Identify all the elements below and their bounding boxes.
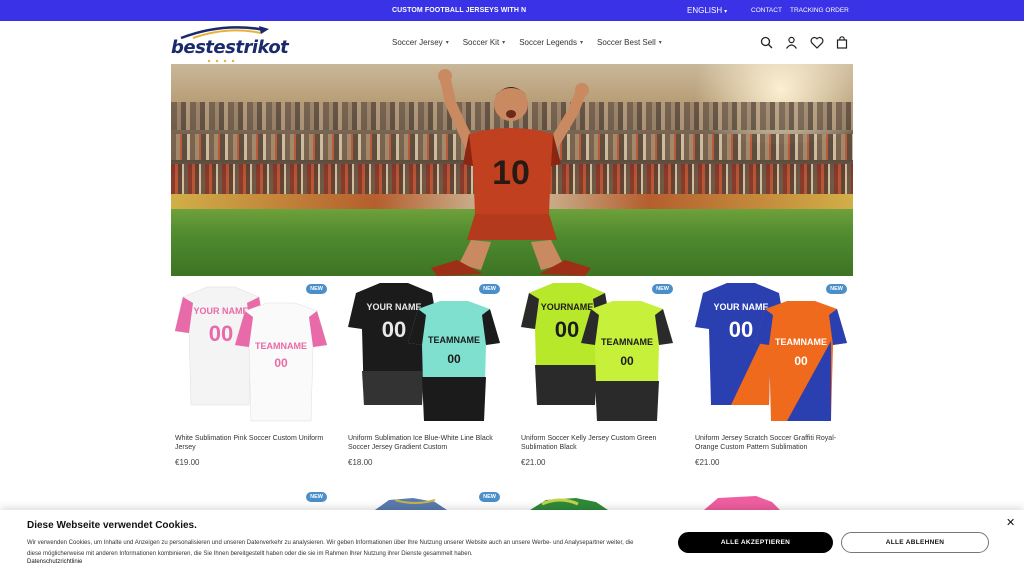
product-price: €21.00: [521, 458, 546, 467]
jersey-print-team: TEAMNAME: [601, 337, 653, 347]
nav-soccer-kit[interactable]: Soccer Kit ▾: [463, 38, 505, 47]
nav-label: Soccer Kit: [462, 38, 500, 47]
announcement-text: CUSTOM FOOTBALL JERSEYS WITH N: [392, 7, 527, 14]
tracking-order-link[interactable]: TRACKING ORDER: [790, 7, 849, 14]
jersey-print-name: YOURNAME: [541, 302, 594, 312]
new-badge: NEW: [479, 492, 500, 502]
product-image[interactable]: YOURNAME 00 TEAMNAME 00: [517, 281, 677, 429]
language-selector[interactable]: ENGLISH ▾: [687, 6, 727, 15]
jersey-print-number: 00: [620, 354, 634, 368]
chevron-down-icon: ▾: [445, 40, 449, 46]
jersey-print-number: 00: [555, 317, 579, 342]
product-image[interactable]: [530, 494, 660, 510]
jersey-print-number: 00: [794, 354, 808, 368]
jersey-print-number: 00: [447, 352, 461, 366]
nav-label: Soccer Legends: [519, 38, 578, 47]
cookie-text: Wir verwenden Cookies, um Inhalte und An…: [27, 540, 634, 557]
nav-soccer-best-sell[interactable]: Soccer Best Sell ▾: [597, 38, 662, 47]
product-name[interactable]: White Sublimation Pink Soccer Custom Uni…: [175, 435, 329, 452]
jersey-print-name: YOUR NAME: [366, 302, 421, 312]
chevron-down-icon: ▾: [658, 40, 662, 46]
site-header: bestestrikot Soccer Jersey ▾ Soccer Kit ▾ …: [0, 21, 1024, 64]
jersey-print-number: 00: [274, 356, 288, 370]
product-image[interactable]: [700, 494, 790, 510]
product-card[interactable]: NEW: [344, 490, 504, 510]
product-image[interactable]: YOUR NAME 00 TEAMNAME 00: [691, 281, 851, 429]
close-icon[interactable]: ✕: [1006, 516, 1015, 529]
chevron-down-icon: ▾: [502, 40, 506, 46]
chevron-down-icon: ▾: [580, 40, 584, 46]
logo-text: bestestrikot: [171, 37, 289, 58]
announcement-bar: CUSTOM FOOTBALL JERSEYS WITH N ENGLISH ▾ …: [0, 0, 1024, 21]
new-badge: NEW: [826, 284, 847, 294]
jersey-print-number: 00: [729, 317, 753, 342]
product-price: €19.00: [175, 458, 200, 467]
header-icons: [760, 36, 848, 49]
privacy-policy-link[interactable]: Datenschutzrichtlinie: [27, 559, 82, 565]
jersey-print-name: YOUR NAME: [193, 306, 248, 316]
product-price: €18.00: [348, 458, 373, 467]
nav-label: Soccer Best Sell: [597, 38, 656, 47]
product-price: €21.00: [695, 458, 720, 467]
cookie-title: Diese Webseite verwendet Cookies.: [27, 520, 197, 531]
jersey-print-number: 00: [382, 317, 406, 342]
product-name[interactable]: Uniform Jersey Scratch Soccer Graffiti R…: [695, 435, 849, 452]
main-nav: Soccer Jersey ▾ Soccer Kit ▾ Soccer Legend…: [392, 38, 662, 47]
product-image[interactable]: YOUR NAME 00 TEAMNAME 00: [171, 281, 331, 429]
product-name[interactable]: Uniform Sublimation Ice Blue-White Line …: [348, 435, 502, 452]
nav-label: Soccer Jersey: [392, 38, 443, 47]
logo-stars-icon: [207, 59, 235, 63]
site-logo[interactable]: bestestrikot: [171, 24, 289, 64]
jersey-print-number: 00: [209, 321, 233, 346]
jersey-print-name: YOUR NAME: [713, 302, 768, 312]
jersey-preview-image: [704, 496, 780, 510]
nav-soccer-legends[interactable]: Soccer Legends ▾: [519, 38, 583, 47]
celebrating-player-image: 10: [431, 69, 591, 276]
product-name[interactable]: Uniform Soccer Kelly Jersey Custom Green…: [521, 435, 675, 452]
language-label: ENGLISH: [687, 6, 723, 15]
jersey-print-team: TEAMNAME: [255, 341, 307, 351]
jersey-print-team: TEAMNAME: [428, 335, 480, 345]
jersey-print-team: TEAMNAME: [775, 337, 827, 347]
product-card[interactable]: NEW: [171, 490, 331, 510]
hero-banner[interactable]: 10: [171, 64, 853, 276]
product-image[interactable]: YOUR NAME 00 TEAMNAME 00: [344, 281, 504, 429]
accept-all-button[interactable]: ALLE AKZEPTIEREN: [678, 532, 833, 553]
new-badge: NEW: [652, 284, 673, 294]
chevron-down-icon: ▾: [724, 9, 728, 15]
contact-link[interactable]: CONTACT: [751, 7, 782, 14]
reject-all-button[interactable]: ALLE ABLEHNEN: [841, 532, 989, 553]
nav-soccer-jersey[interactable]: Soccer Jersey ▾: [392, 38, 449, 47]
new-badge: NEW: [306, 492, 327, 502]
jersey-preview-image: [530, 498, 608, 510]
jersey-number: 10: [492, 154, 530, 192]
new-badge: NEW: [306, 284, 327, 294]
wishlist-icon[interactable]: [810, 36, 824, 49]
new-badge: NEW: [479, 284, 500, 294]
search-icon[interactable]: [760, 36, 773, 49]
account-icon[interactable]: [785, 36, 798, 49]
cart-icon[interactable]: [836, 36, 848, 49]
cookie-banner: Diese Webseite verwendet Cookies. Wir ve…: [0, 510, 1024, 576]
